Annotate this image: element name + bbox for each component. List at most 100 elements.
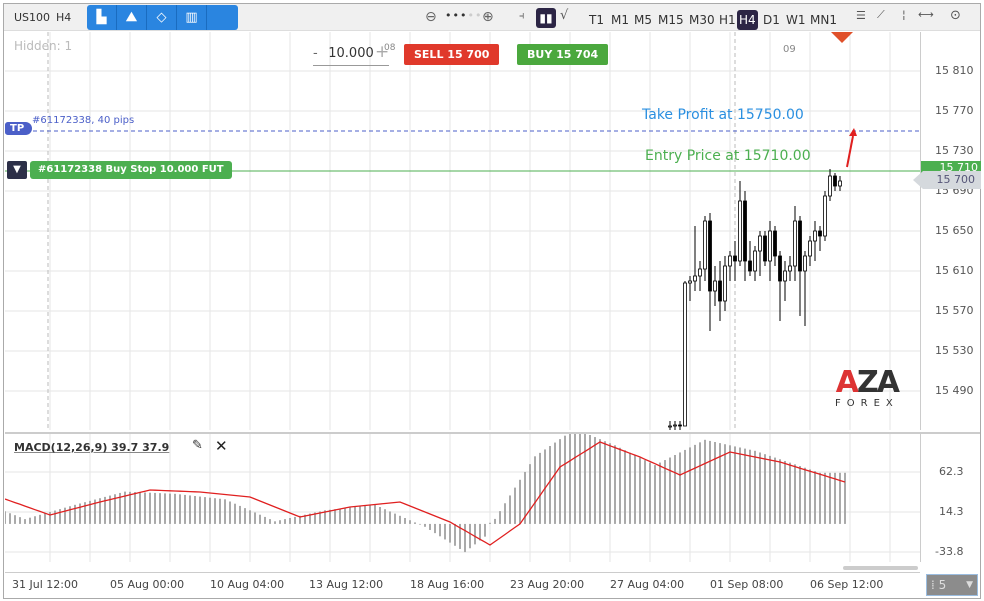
price-chart[interactable]: Hidden: 1 09 08 - 10.000 + SELL 15 700 B… [5,32,920,430]
zoom-out-icon[interactable]: ⊖ [425,9,437,25]
zoom-in-icon[interactable]: ⊕ [482,9,494,25]
vertical-line-icon[interactable]: ¦ [902,8,906,21]
time-label: 06 Sep 12:00 [810,578,884,591]
order-lines-icon[interactable]: ☰ [856,9,866,22]
horizontal-line-icon[interactable]: ⟷ [918,8,934,21]
timeframe-m1[interactable]: M1 [609,10,631,30]
time-label: 13 Aug 12:00 [309,578,384,591]
trend-line-icon[interactable]: ⟋ [877,8,885,22]
hidden-count-label[interactable]: Hidden: 1 [14,39,72,53]
candle-body [753,250,757,272]
remove-indicator-icon[interactable]: ✕ [215,437,228,455]
line-chart-icon[interactable]: √ [560,8,568,23]
timeframe-d1[interactable]: D1 [761,10,782,30]
symbol-label[interactable]: US100 [14,11,50,24]
candle-body [713,280,717,292]
time-label: 27 Aug 04:00 [610,578,685,591]
timeframe-w1[interactable]: W1 [784,10,808,30]
candle-body [788,265,792,272]
candle-body [703,220,707,270]
time-label: 01 Sep 08:00 [710,578,784,591]
candle-body [733,255,737,262]
candle-body [823,195,827,237]
shapes-icon[interactable]: ◇ [147,5,177,30]
candle-body [698,268,702,277]
candle-body [838,180,842,187]
candlestick-icon[interactable]: ▮▮ [536,8,556,28]
pending-order-label[interactable]: #61172338 Buy Stop 10.000 FUT [30,161,232,179]
settings-dropdown-icon[interactable]: ⊙ [950,8,961,23]
candle-body [693,275,697,282]
take-profit-label: #61172338, 40 pips [32,115,135,126]
current-price-badge: 15 700 [913,171,981,189]
candle-body [813,230,817,242]
time-label: 31 Jul 12:00 [12,578,78,591]
aza-forex-logo: AZA FOREX [835,365,900,410]
candle-body [708,220,712,292]
macd-label[interactable]: MACD(12,26,9) 39.7 37.9 [14,441,169,454]
period-label[interactable]: H4 [56,11,71,24]
price-label: 15 770 [935,104,974,117]
lot-increase-button[interactable]: + [375,42,389,62]
drawing-tools-icon[interactable]: ⛰ [117,5,147,30]
time-label: 10 Aug 04:00 [210,578,285,591]
chart-type-icon[interactable]: ▙ [87,5,117,30]
candle-body [768,230,772,262]
zoom-level-value: 5 [938,578,947,592]
candle-body [783,270,787,282]
timeframe-t1[interactable]: T1 [587,10,606,30]
candle-body [793,220,797,267]
more-tools-button[interactable] [207,5,238,30]
timeframe-m30[interactable]: M30 [687,10,717,30]
candle-body [673,424,677,427]
candle-body [828,175,832,197]
timeframe-m5[interactable]: M5 [632,10,654,30]
entry-price-annotation: Entry Price at 15710.00 [645,148,811,164]
candle-body [798,220,802,272]
candle-body [808,240,812,257]
buy-button[interactable]: BUY 15 704 [517,44,609,65]
candle-body [738,200,742,262]
timeframe-m15[interactable]: M15 [656,10,686,30]
macd-axis-label: 14.3 [939,505,964,518]
indicators-icon[interactable]: ▥ [177,5,207,30]
candle-body [803,255,807,272]
time-label: 05 Aug 00:00 [110,578,185,591]
timeframe-mn1[interactable]: MN1 [808,10,839,30]
bar-chart-icon[interactable]: ⫞ [519,9,525,23]
price-label: 15 650 [935,224,974,237]
macd-axis: 62.3 14.3 -33.8 [920,432,980,562]
candle-body [718,280,722,302]
candle-body [688,280,692,284]
price-label: 15 730 [935,144,974,157]
price-label: 15 570 [935,304,974,317]
zoom-level-select[interactable]: ⁞ 5 ▼ [926,574,978,596]
date-label: 09 [783,44,796,55]
edit-indicator-icon[interactable]: ✎ [192,438,203,453]
price-label: 15 610 [935,264,974,277]
macd-axis-label: -33.8 [935,545,964,558]
time-label: 23 Aug 20:00 [510,578,585,591]
sell-button[interactable]: SELL 15 700 [404,44,500,65]
horizontal-scrollbar[interactable] [843,566,918,570]
candle-body [763,235,767,262]
candle-body [678,424,682,427]
timeframe-h1[interactable]: H1 [717,10,738,30]
time-axis[interactable]: 31 Jul 12:00 05 Aug 00:00 10 Aug 04:00 13 A… [5,572,920,596]
candle-body [728,255,732,267]
chevron-down-icon: ▼ [966,580,973,590]
candle-body [748,260,752,272]
chart-tools-group: ▙ ⛰ ◇ ▥ [87,5,238,30]
candle-body [778,255,782,282]
macd-panel[interactable]: MACD(12,26,9) 39.7 37.9 ✎ ✕ [5,432,920,562]
candle-body [818,230,822,237]
price-label: 15 810 [935,64,974,77]
order-collapse-icon[interactable]: ▼ [7,161,27,179]
take-profit-tag[interactable]: TP [5,122,32,135]
candle-body [773,230,777,257]
toolbar: US100 H4 ▙ ⛰ ◇ ▥ ⊖ •••••• ⊕ ⫞ ▮▮ √ T1 M1 M… [4,4,980,31]
timeframe-h4[interactable]: H4 [737,10,758,30]
price-axis[interactable]: 15 810 15 770 15 730 15 690 15 650 15 610 15 5… [913,32,981,430]
macd-axis-label: 62.3 [939,465,964,478]
price-label: 15 490 [935,384,974,397]
